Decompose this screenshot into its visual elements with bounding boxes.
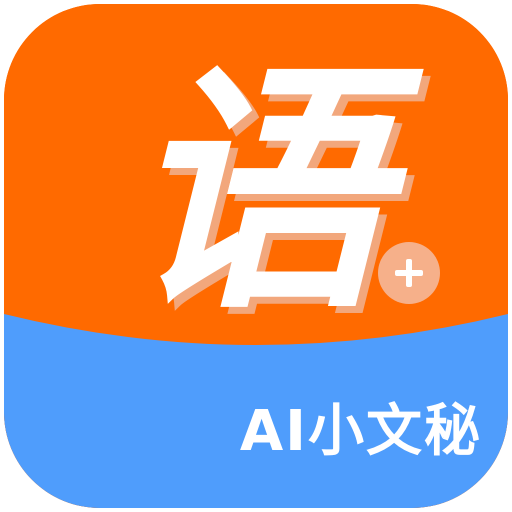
main-character-glyph: 语 <box>126 39 386 344</box>
icon-tile: 语 AI小文秘 <box>4 4 508 508</box>
stage: 语 AI小文秘 <box>0 0 512 512</box>
plus-badge <box>378 242 440 304</box>
app-icon[interactable]: 语 AI小文秘 <box>4 4 508 508</box>
product-name: AI小文秘 <box>239 399 482 464</box>
plus-icon <box>395 259 423 287</box>
